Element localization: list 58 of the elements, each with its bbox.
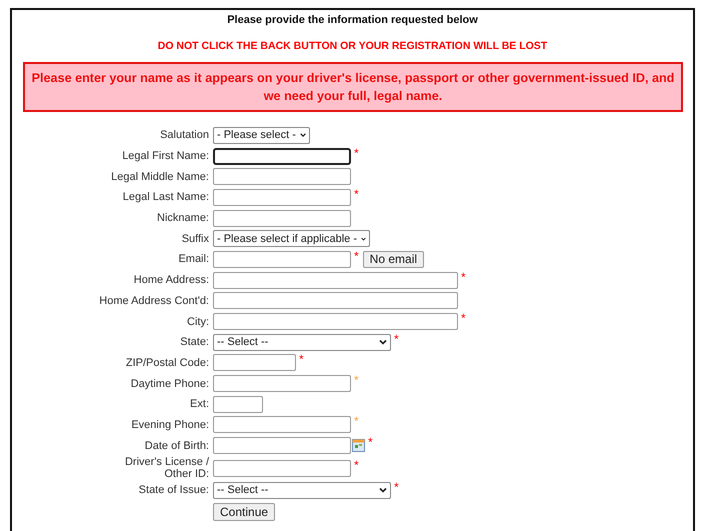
required-mark: * (368, 437, 373, 448)
field-label: Email: (177, 253, 209, 266)
field-label: Daytime Phone: (130, 378, 209, 390)
required-mark: * (461, 272, 466, 282)
field-label: Driver's License / Other ID: (124, 456, 209, 480)
field-label: ZIP/Postal Code: (124, 356, 209, 369)
required-mark: * (394, 334, 399, 344)
dropdown[interactable]: -- Select -- (213, 334, 391, 351)
field-label: Legal Last Name: (122, 191, 209, 204)
text-field[interactable] (213, 460, 351, 476)
field-label: City: (186, 316, 209, 328)
text-field[interactable] (213, 354, 296, 372)
text-field[interactable] (213, 250, 351, 268)
required-mark: * (354, 250, 359, 261)
text-field[interactable] (213, 292, 458, 310)
required-mark: * (461, 313, 466, 324)
text-field[interactable] (213, 416, 351, 434)
dropdown[interactable]: -- Select -- (213, 482, 391, 499)
field-label: State: (179, 336, 209, 348)
chevron-down-icon (379, 339, 387, 346)
dropdown[interactable]: - Please select if applicable - (213, 230, 370, 248)
field-label: Legal Middle Name: (110, 170, 209, 183)
field-label: Date of Birth: (144, 440, 209, 452)
field-label: Legal First Name: (121, 150, 209, 162)
chevron-down-icon (361, 236, 366, 242)
required-mark: * (354, 375, 359, 386)
text-field[interactable] (213, 272, 458, 289)
text-field[interactable] (213, 396, 263, 413)
required-mark: * (354, 460, 359, 470)
text-field[interactable] (213, 375, 351, 392)
dropdown[interactable]: - Please select - (213, 126, 310, 144)
text-field[interactable] (213, 313, 458, 330)
no-email-button[interactable]: No email (362, 250, 424, 268)
date-field[interactable] (213, 437, 351, 454)
required-mark: * (354, 148, 359, 158)
field-label: Evening Phone: (130, 418, 209, 431)
continue-button[interactable]: Continue (213, 502, 276, 521)
field-label: State of Issue: (138, 484, 209, 496)
form-title: Please provide the information requested below (226, 14, 479, 26)
field-label: Ext: (189, 398, 209, 410)
field-label: Salutation (159, 129, 209, 142)
field-label: Suffix (180, 232, 209, 245)
name-notice: Please enter your name as it appears on your driver's license, passport or other government-issued ID, and we need your full, legal name. (23, 62, 683, 112)
field-label: Home Address Cont'd: (98, 294, 209, 307)
required-mark: * (354, 416, 359, 426)
field-label: Nickname: (156, 212, 209, 224)
text-field[interactable] (213, 210, 351, 227)
field-label: Home Address: (132, 274, 209, 286)
text-field[interactable] (213, 168, 351, 186)
calendar-icon[interactable] (352, 439, 365, 452)
required-mark: * (354, 188, 359, 199)
required-mark: * (394, 482, 399, 492)
chevron-down-icon (379, 487, 387, 494)
text-field[interactable] (213, 148, 351, 165)
text-field[interactable] (213, 188, 351, 206)
required-mark: * (299, 354, 304, 364)
warning-text: DO NOT CLICK THE BACK BUTTON OR YOUR REGISTRATION WILL BE LOST (156, 40, 548, 52)
chevron-down-icon (300, 132, 306, 138)
